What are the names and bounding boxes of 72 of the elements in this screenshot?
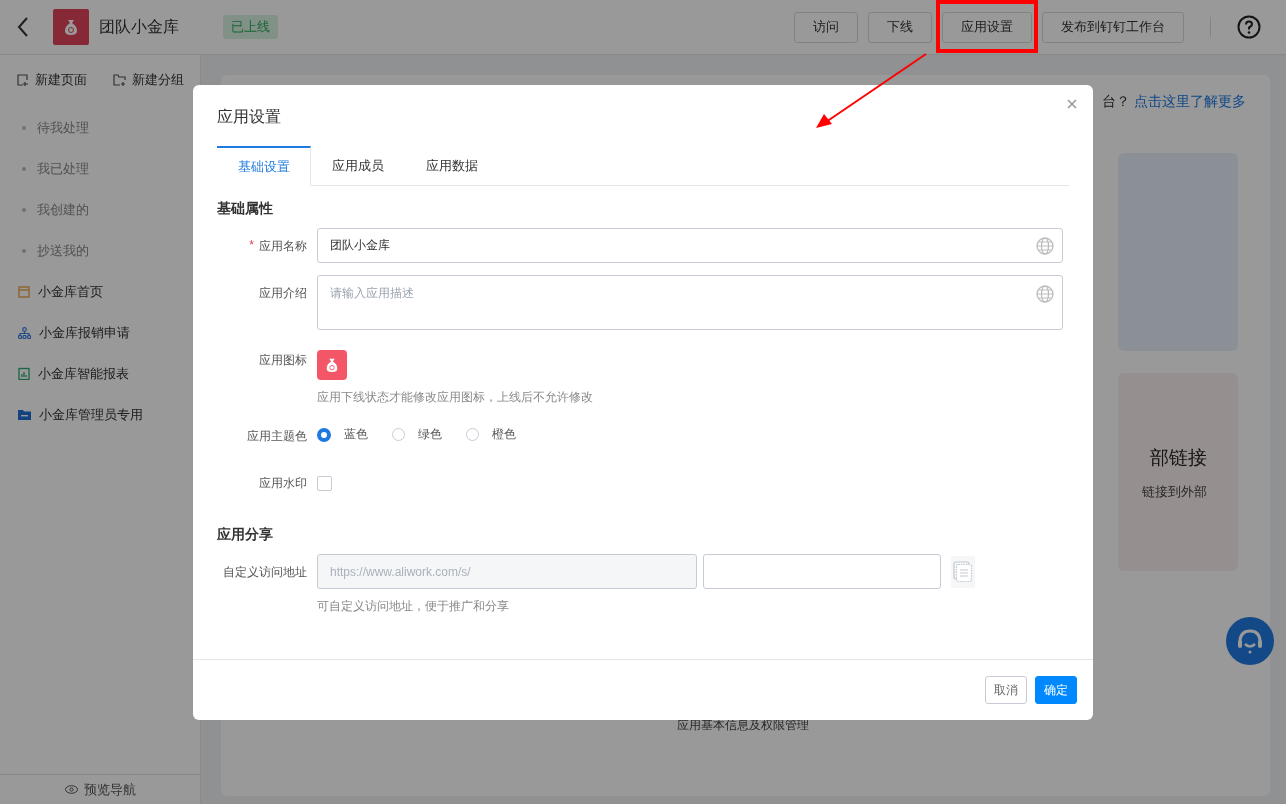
sidebar-item-label: 小金库首页 [38,282,103,301]
flow-icon [18,326,31,339]
url-suffix-input-field[interactable] [703,554,941,589]
add-page-icon [17,73,29,86]
url-prefix: https://www.aliwork.com/s/ [330,564,471,579]
bullet-icon [22,166,26,171]
field-label: 应用主题色 [247,428,307,445]
tile-description: 链接到外部 [1142,483,1207,501]
back-icon[interactable] [17,17,29,37]
field-label: 应用介绍 [259,285,307,302]
field-hint: 可自定义访问地址，便于推广和分享 [317,598,509,615]
header-button[interactable]: 下线 [868,11,932,43]
sidebar-item-label: 小金库报销申请 [39,323,130,342]
bullet-icon [22,207,26,212]
copy-icon[interactable] [951,555,975,588]
radio-button[interactable] [317,427,331,442]
cancel-button[interactable]: 取消 [985,676,1027,704]
globe-icon[interactable] [1036,285,1054,303]
sidebar-item-label: 我创建的 [37,200,89,219]
sidebar-item[interactable]: 小金库智能报表 [0,353,200,394]
section-title: 应用分享 [217,526,274,544]
eye-icon [64,785,78,794]
required-mark: * [249,238,254,254]
radio-label: 蓝色 [344,426,368,443]
sidebar-item[interactable]: 小金库首页 [0,271,200,312]
sidebar-item[interactable]: 小金库报销申请 [0,312,200,353]
money-bag-icon[interactable] [317,350,347,380]
sidebar-tool-button[interactable]: 新建页面 [17,66,87,93]
sidebar-item-label: 小金库智能报表 [38,364,129,383]
sidebar-item[interactable]: 小金库管理员专用 [0,394,200,435]
radio-label: 绿色 [418,426,442,443]
dialog-title: 应用设置 [217,107,282,127]
theme-radio-option[interactable]: 蓝色 [317,426,368,443]
folder-icon [18,409,31,420]
radio-label: 橙色 [492,426,516,443]
sidebar-item-label: 小金库管理员专用 [39,405,143,424]
input-placeholder: 请输入应用描述 [330,285,414,302]
theme-radio-option[interactable]: 绿色 [392,426,442,443]
sidebar-tool-button[interactable]: 新建分组 [113,66,184,93]
preview-nav-button[interactable]: 预览导航 [0,774,200,804]
header-button[interactable]: 访问 [794,11,858,43]
globe-icon[interactable] [1036,236,1054,255]
app-logo-icon [53,9,89,45]
dialog-tab[interactable]: 基础设置 [217,146,311,186]
notice-text: 台？ [1102,93,1131,109]
app-name: 团队小金库 [99,16,179,37]
field-hint: 应用下线状态才能修改应用图标，上线后不允许修改 [317,389,593,406]
section-title: 基础属性 [217,200,274,218]
learn-more-link[interactable]: 点击这里了解更多 [1134,93,1246,109]
sidebar-item-label: 待我处理 [37,118,89,137]
bullet-icon [22,248,26,253]
name-input-field[interactable]: 团队小金库 [317,228,1063,263]
theme-radio-option[interactable]: 橙色 [466,426,516,443]
help-icon[interactable] [1237,15,1261,39]
input-value: 团队小金库 [330,237,390,254]
confirm-button[interactable]: 确定 [1035,676,1077,704]
watermark-checkbox[interactable] [317,476,332,491]
add-folder-icon [113,73,126,86]
close-icon[interactable] [1067,99,1077,109]
header-button[interactable]: 应用设置 [942,11,1032,43]
field-label: 应用水印 [259,475,307,492]
field-label: 自定义访问地址 [223,564,307,581]
field-label: 应用图标 [259,352,307,369]
tile-title: 部链接 [1150,446,1207,470]
bullet-icon [22,125,26,130]
sidebar-item-label: 抄送我的 [37,241,89,260]
status-badge: 已上线 [223,15,278,39]
page-icon [18,285,30,298]
field-label: 应用名称 [259,238,307,255]
header-button[interactable]: 发布到钉钉工作台 [1042,11,1184,43]
chart-icon [18,367,30,380]
sidebar-item-label: 我已处理 [37,159,89,178]
